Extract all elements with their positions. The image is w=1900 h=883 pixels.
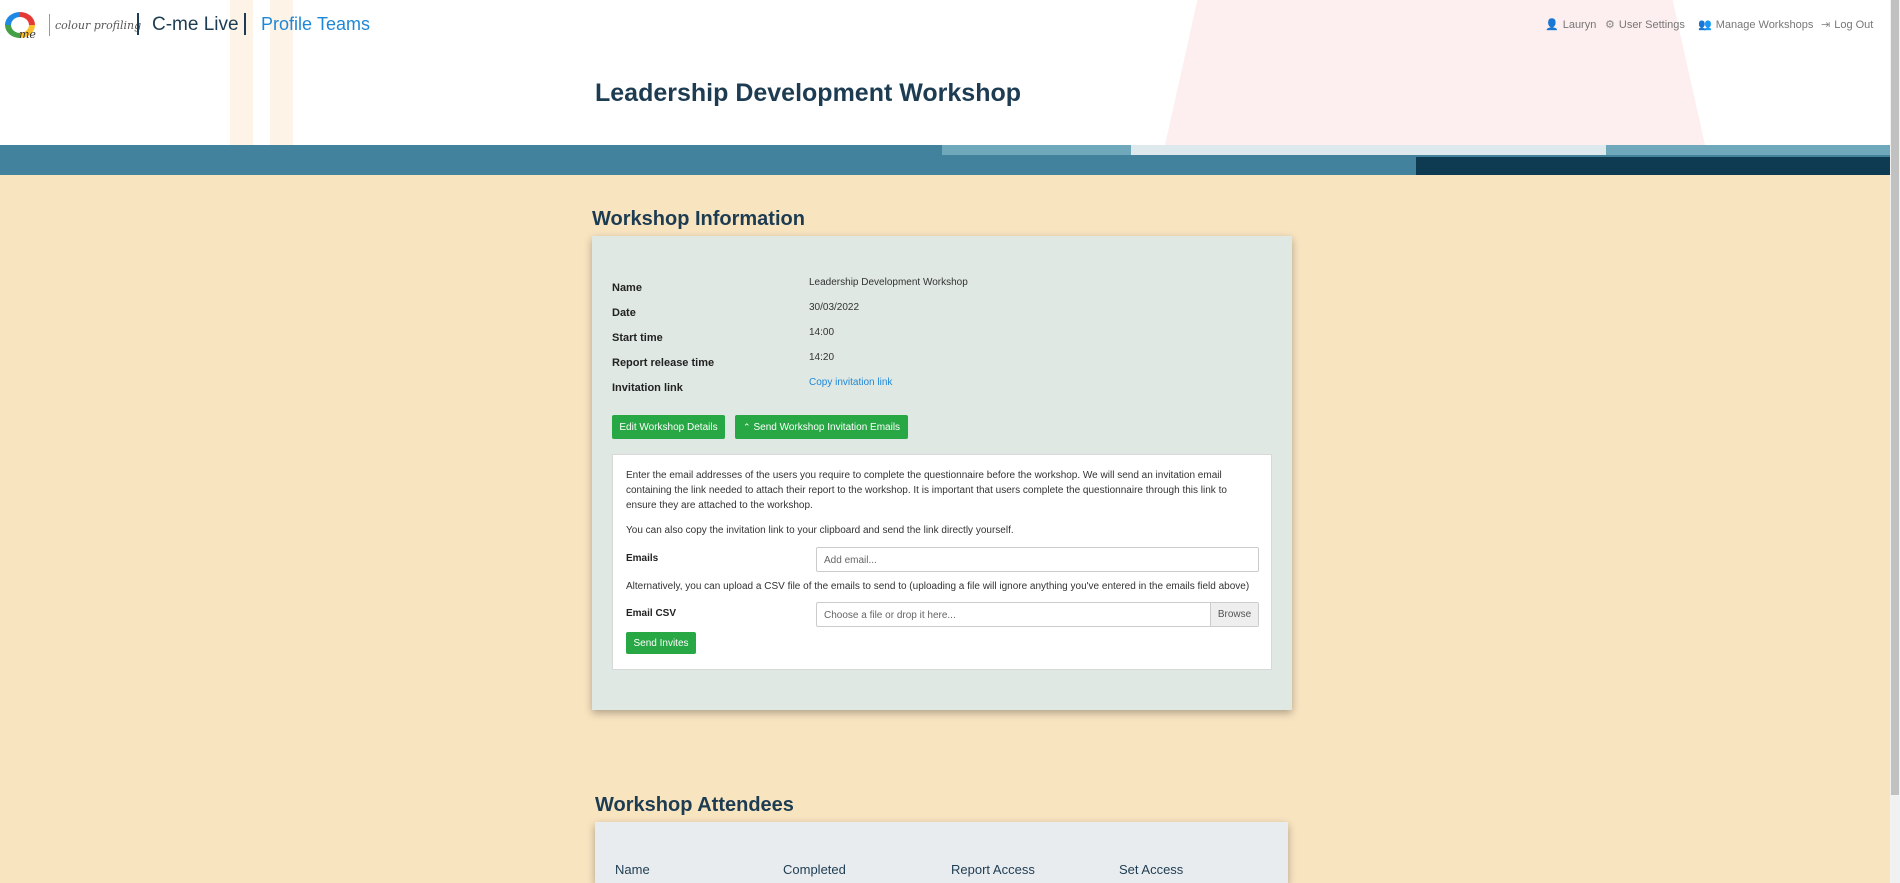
column-header-completed[interactable]: Completed bbox=[783, 862, 846, 877]
brand-title[interactable]: C-me Live bbox=[152, 14, 239, 36]
header-band-segment bbox=[1131, 145, 1606, 155]
report-release-time-label: Report release time bbox=[612, 357, 715, 369]
email-csv-label: Email CSV bbox=[626, 608, 677, 619]
send-invitation-emails-label: Send Workshop Invitation Emails bbox=[753, 421, 901, 433]
column-header-set-access[interactable]: Set Access bbox=[1119, 862, 1183, 877]
date-label: Date bbox=[612, 307, 636, 319]
page-title: Leadership Development Workshop bbox=[595, 79, 1022, 107]
brand-separator bbox=[244, 13, 246, 35]
nav-teams[interactable]: Teams bbox=[317, 14, 370, 35]
attendees-table: Name Completed Report Access Set Access bbox=[595, 822, 1288, 883]
date-value: 30/03/2022 bbox=[809, 302, 860, 313]
logout-label: Log Out bbox=[1834, 18, 1874, 31]
report-release-time-value: 14:20 bbox=[809, 352, 835, 363]
header-band-segment bbox=[1416, 157, 1890, 175]
nav-profile[interactable]: Profile bbox=[261, 14, 312, 35]
name-label: Name bbox=[612, 282, 642, 294]
column-header-name[interactable]: Name bbox=[615, 862, 650, 877]
name-value: Leadership Development Workshop bbox=[809, 277, 968, 288]
manage-workshops-label: Manage Workshops bbox=[1715, 18, 1814, 31]
page-scrollbar[interactable] bbox=[1890, 0, 1900, 883]
workshop-info-card: Name Leadership Development Workshop Dat… bbox=[592, 236, 1292, 710]
chevron-up-icon: ⌃ bbox=[742, 421, 751, 432]
logo[interactable]: me colour profiling bbox=[5, 12, 142, 41]
header-band-segment bbox=[1606, 145, 1890, 155]
emails-label: Emails bbox=[626, 553, 659, 564]
edit-workshop-button[interactable]: Edit Workshop Details bbox=[612, 415, 725, 439]
user-settings-link[interactable]: ⚙ User Settings bbox=[1605, 18, 1685, 32]
brand-separator bbox=[137, 13, 139, 35]
email-csv-placeholder: Choose a file or drop it here... bbox=[824, 610, 956, 621]
user-icon: 👤 bbox=[1545, 19, 1559, 31]
start-time-value: 14:00 bbox=[809, 327, 835, 338]
user-settings-icon: ⚙ bbox=[1605, 19, 1615, 31]
invitation-panel: Enter the email addresses of the users y… bbox=[612, 454, 1272, 670]
browse-button[interactable]: Browse bbox=[1210, 603, 1258, 626]
invitation-link-label: Invitation link bbox=[612, 382, 683, 394]
header: me colour profiling C-me Live Profile Te… bbox=[0, 0, 1890, 145]
logo-me: me bbox=[19, 28, 36, 41]
users-icon: 👥 bbox=[1698, 19, 1712, 31]
logo-divider bbox=[49, 14, 50, 36]
copy-invitation-link[interactable]: Copy invitation link bbox=[809, 377, 892, 388]
logout-link[interactable]: ⇥ Log Out bbox=[1821, 18, 1874, 32]
email-csv-file-input[interactable]: Choose a file or drop it here... Browse bbox=[816, 602, 1259, 627]
user-settings-label: User Settings bbox=[1618, 18, 1685, 31]
workshop-attendees-title: Workshop Attendees bbox=[595, 794, 794, 816]
manage-workshops-link[interactable]: 👥 Manage Workshops bbox=[1698, 18, 1814, 32]
copy-link-note: You can also copy the invitation link to… bbox=[626, 525, 1014, 536]
column-header-report-access[interactable]: Report Access bbox=[951, 862, 1035, 877]
header-band-segment bbox=[942, 145, 1131, 155]
logout-icon: ⇥ bbox=[1821, 19, 1831, 31]
send-invitation-emails-button[interactable]: ⌃ Send Workshop Invitation Emails bbox=[735, 415, 908, 439]
csv-note: Alternatively, you can upload a CSV file… bbox=[626, 581, 1250, 592]
user-link-lauryn[interactable]: 👤 Lauryn bbox=[1545, 18, 1597, 32]
user-link-label: Lauryn bbox=[1562, 18, 1597, 31]
scrollbar-thumb[interactable] bbox=[1891, 0, 1899, 795]
start-time-label: Start time bbox=[612, 332, 663, 344]
send-invites-button[interactable]: Send Invites bbox=[626, 632, 696, 654]
invitation-instructions: Enter the email addresses of the users y… bbox=[626, 470, 1227, 511]
emails-input[interactable]: Add email... bbox=[816, 547, 1259, 572]
logo-text: colour profiling bbox=[55, 18, 142, 32]
workshop-info-title: Workshop Information bbox=[592, 208, 805, 230]
